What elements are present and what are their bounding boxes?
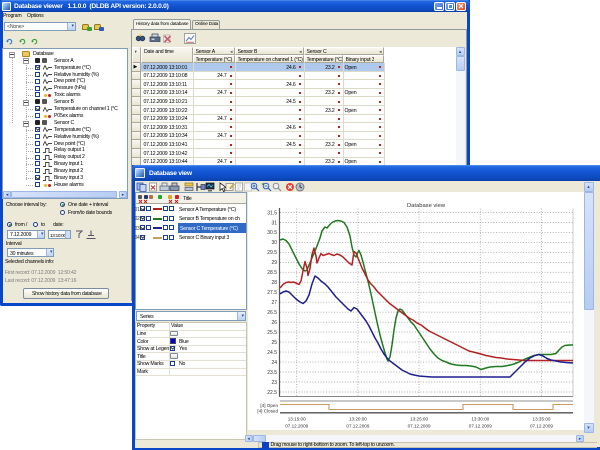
svg-text:[4] Closed: [4] Closed bbox=[257, 409, 278, 414]
svg-text:22.5: 22.5 bbox=[267, 390, 277, 396]
svg-text:28.5: 28.5 bbox=[267, 270, 277, 276]
svg-text:31.5: 31.5 bbox=[267, 210, 277, 216]
svg-text:27.5: 27.5 bbox=[267, 290, 277, 296]
svg-text:29: 29 bbox=[271, 260, 277, 266]
svg-text:25.5: 25.5 bbox=[267, 330, 277, 336]
svg-text:23: 23 bbox=[271, 380, 277, 386]
svg-text:Database view: Database view bbox=[407, 203, 446, 209]
svg-text:29.5: 29.5 bbox=[267, 250, 277, 256]
svg-text:[4] Open: [4] Open bbox=[260, 403, 278, 408]
svg-text:07.12.2009: 07.12.2009 bbox=[530, 424, 553, 429]
svg-text:13:30:00: 13:30:00 bbox=[471, 417, 489, 422]
svg-text:24: 24 bbox=[271, 360, 277, 366]
svg-text:07.12.2009: 07.12.2009 bbox=[408, 424, 431, 429]
svg-text:27: 27 bbox=[271, 300, 277, 306]
svg-text:30.5: 30.5 bbox=[267, 230, 277, 236]
svg-text:13:15:00: 13:15:00 bbox=[288, 417, 306, 422]
svg-text:28: 28 bbox=[271, 280, 277, 286]
svg-text:26: 26 bbox=[271, 320, 277, 326]
svg-text:07.12.2009: 07.12.2009 bbox=[285, 424, 308, 429]
svg-text:07.12.2009: 07.12.2009 bbox=[469, 424, 492, 429]
svg-text:13:20:00: 13:20:00 bbox=[349, 417, 367, 422]
svg-text:30: 30 bbox=[271, 240, 277, 246]
svg-text:23.5: 23.5 bbox=[267, 370, 277, 376]
svg-text:07.12.2009: 07.12.2009 bbox=[346, 424, 369, 429]
svg-text:31: 31 bbox=[271, 220, 277, 226]
svg-text:26.5: 26.5 bbox=[267, 310, 277, 316]
svg-text:24.5: 24.5 bbox=[267, 350, 277, 356]
svg-text:13:35:00: 13:35:00 bbox=[533, 417, 551, 422]
svg-text:25: 25 bbox=[271, 340, 277, 346]
svg-text:13:25:00: 13:25:00 bbox=[410, 417, 428, 422]
